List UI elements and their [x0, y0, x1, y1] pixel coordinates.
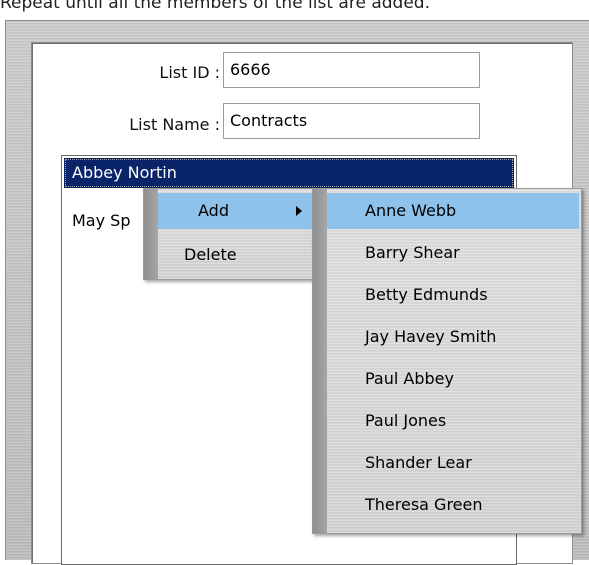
menu-stripe — [144, 189, 158, 279]
submenu-item[interactable]: Anne Webb — [327, 193, 579, 229]
menu-item-delete-label: Delete — [184, 245, 237, 264]
triangle-right-icon — [296, 206, 302, 216]
submenu-item[interactable]: Betty Edmunds — [327, 277, 579, 313]
context-menu: Add Delete — [143, 188, 315, 280]
submenu-item[interactable]: Jay Havey Smith — [327, 319, 579, 355]
submenu-item[interactable]: Barry Shear — [327, 235, 579, 271]
submenu-item[interactable]: Shander Lear — [327, 445, 579, 481]
menu-item-add-label: Add — [198, 201, 229, 220]
list-name-label: List Name : — [129, 115, 220, 134]
menu-stripe — [313, 189, 327, 533]
submenu-item[interactable]: Paul Abbey — [327, 361, 579, 397]
add-submenu: Anne Webb Barry Shear Betty Edmunds Jay … — [312, 188, 582, 534]
list-item[interactable]: Abbey Nortin — [64, 158, 514, 188]
instruction-caption: Repeat until all the members of the list… — [0, 0, 430, 13]
list-id-input[interactable]: 6666 — [223, 52, 480, 88]
menu-item-add[interactable]: Add — [158, 193, 312, 229]
list-name-input[interactable]: Contracts — [223, 103, 480, 139]
submenu-item[interactable]: Theresa Green — [327, 487, 579, 523]
list-id-label: List ID : — [159, 63, 220, 82]
menu-item-delete[interactable]: Delete — [158, 237, 312, 273]
submenu-item[interactable]: Paul Jones — [327, 403, 579, 439]
